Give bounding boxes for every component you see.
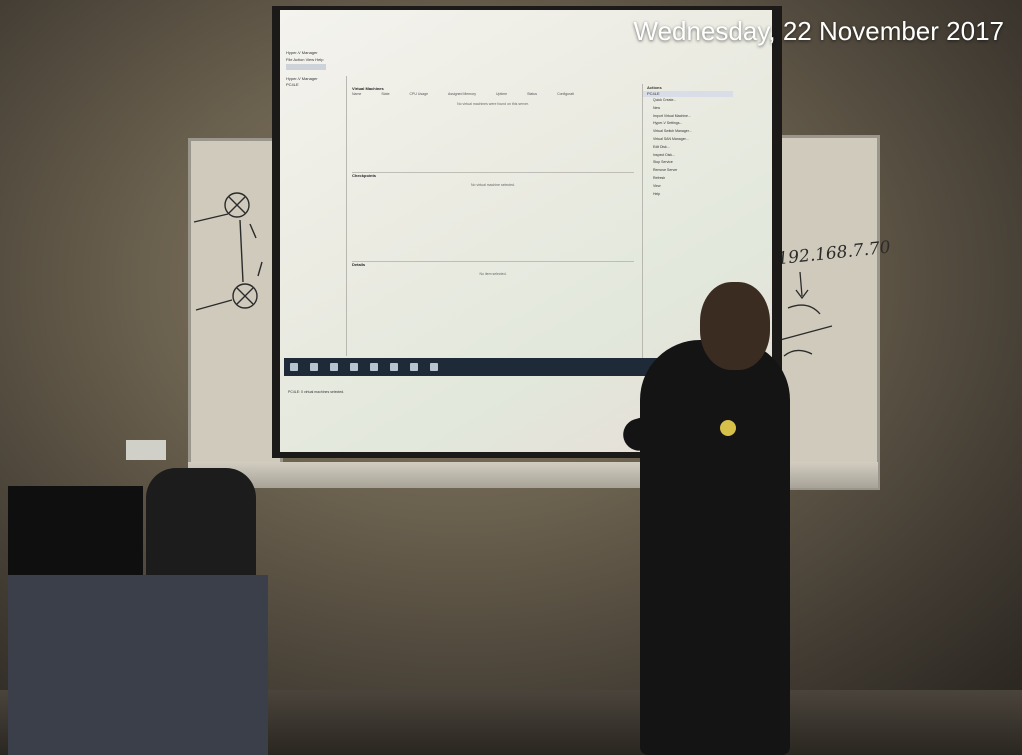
actions-header: Actions: [647, 85, 662, 90]
column-memory: Assigned Memory: [448, 92, 477, 96]
center-panes: Virtual Machines Name State CPU Usage As…: [352, 86, 634, 276]
mail-icon: [410, 363, 418, 371]
action-inspect-disk: Inspect Disk...: [653, 152, 675, 157]
action-switch-manager: Virtual Switch Manager...: [653, 129, 692, 134]
action-new: New: [653, 105, 661, 110]
app-title: Hyper-V Manager: [286, 50, 318, 55]
column-name: Name: [352, 92, 362, 96]
hyper-v-manager-window: Hyper-V Manager File Action View Help Hy…: [284, 50, 733, 394]
navigation-tree: Hyper-V Manager PC4LE: [286, 76, 347, 356]
action-stop-service: Stop Service: [653, 160, 673, 165]
desk: [8, 575, 268, 755]
edge-icon: [350, 363, 358, 371]
power-outlet: [126, 440, 166, 460]
search-icon: [310, 363, 318, 371]
action-edit-disk: Edit Disk...: [653, 144, 670, 149]
lapel-badge: [720, 420, 736, 436]
app-toolbar: [286, 64, 326, 70]
action-refresh: Refresh: [653, 175, 666, 180]
column-configuration: Configurati: [557, 92, 574, 96]
photo-scene: 192.168.7.70 Hyper-V Manager File Action…: [0, 0, 1022, 755]
task-view-icon: [330, 363, 338, 371]
checkpoints-title: Checkpoints: [352, 173, 377, 178]
app-menu-bar: File Action View Help: [286, 57, 324, 62]
action-hyperv-settings: Hyper-V Settings...: [653, 121, 683, 126]
photo-timestamp: Wednesday, 22 November 2017: [633, 16, 1005, 46]
action-remove-server: Remove Server: [653, 168, 678, 173]
store-icon: [390, 363, 398, 371]
hyperv-taskbar-icon: [430, 363, 438, 371]
presenter-body: [640, 340, 790, 755]
column-state: State: [381, 92, 390, 96]
action-help: Help: [653, 191, 661, 196]
vm-column-headers: Name State CPU Usage Assigned Memory Upt…: [352, 92, 634, 98]
column-cpu: CPU Usage: [409, 92, 429, 96]
action-quick-create: Quick Create...: [653, 98, 677, 102]
details-message: No item selected.: [479, 272, 507, 276]
details-title: Details: [352, 262, 366, 267]
explorer-icon: [370, 363, 378, 371]
status-bar: PC4LE: 0 virtual machines selected.: [288, 390, 345, 394]
column-status: Status: [527, 92, 538, 96]
ip-address-note: 192.168.7.70: [777, 237, 892, 269]
action-san-manager: Virtual SAN Manager...: [653, 136, 689, 141]
action-view: View: [653, 183, 661, 188]
start-icon: [290, 363, 298, 371]
presenter-head: [700, 282, 770, 370]
tree-item-server: PC4LE: [286, 82, 299, 87]
column-uptime: Uptime: [496, 92, 508, 96]
action-import-vm: Import Virtual Machine...: [653, 113, 691, 118]
router-diagram-sketch: [193, 192, 263, 311]
right-board-sketch: [779, 271, 833, 357]
